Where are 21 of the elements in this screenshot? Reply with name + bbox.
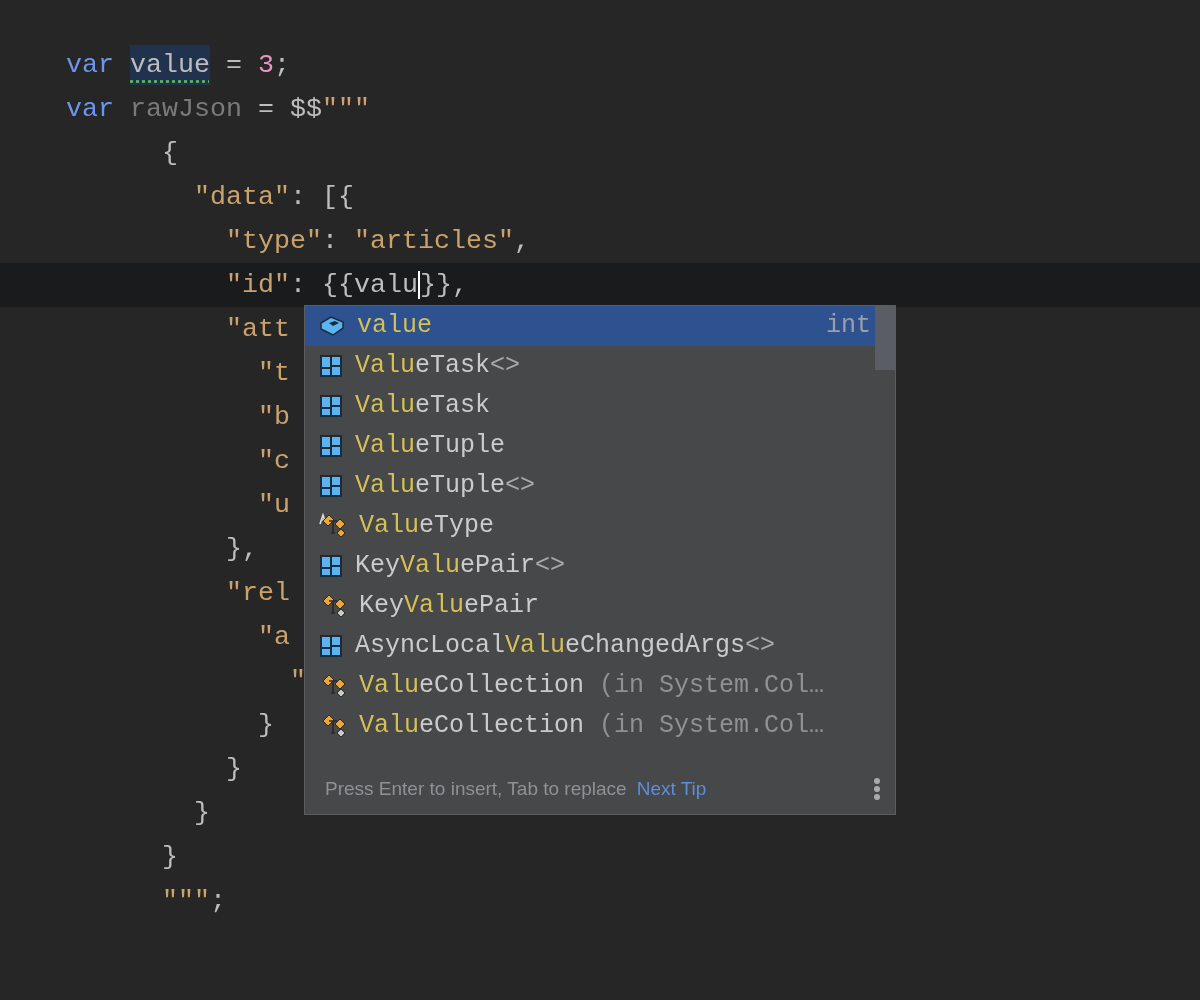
class-icon — [319, 434, 343, 458]
completion-item[interactable]: ValueTuple<> — [305, 466, 895, 506]
completion-item[interactable]: ValueTuple — [305, 426, 895, 466]
completion-item[interactable]: ValueTask — [305, 386, 895, 426]
class-icon — [319, 474, 343, 498]
type-icon — [319, 513, 347, 539]
class-icon — [319, 394, 343, 418]
variable-icon — [319, 315, 345, 337]
completion-item[interactable]: AsyncLocalValueChangedArgs<> — [305, 626, 895, 666]
class-icon — [319, 354, 343, 378]
completion-item[interactable]: KeyValuePair — [305, 586, 895, 626]
completion-item[interactable]: ValueType — [305, 506, 895, 546]
completion-item[interactable]: ValueCollection (in System.Col… — [305, 706, 895, 746]
completion-item[interactable]: ValueTask<> — [305, 346, 895, 386]
hint-text: Press Enter to insert, Tab to replace — [325, 776, 627, 801]
scrollbar-thumb[interactable] — [875, 306, 895, 370]
more-options-icon[interactable] — [873, 777, 881, 801]
completion-item[interactable]: ValueCollection (in System.Col… — [305, 666, 895, 706]
class-icon — [319, 634, 343, 658]
class-icon — [319, 554, 343, 578]
completion-item[interactable]: KeyValuePair<> — [305, 546, 895, 586]
